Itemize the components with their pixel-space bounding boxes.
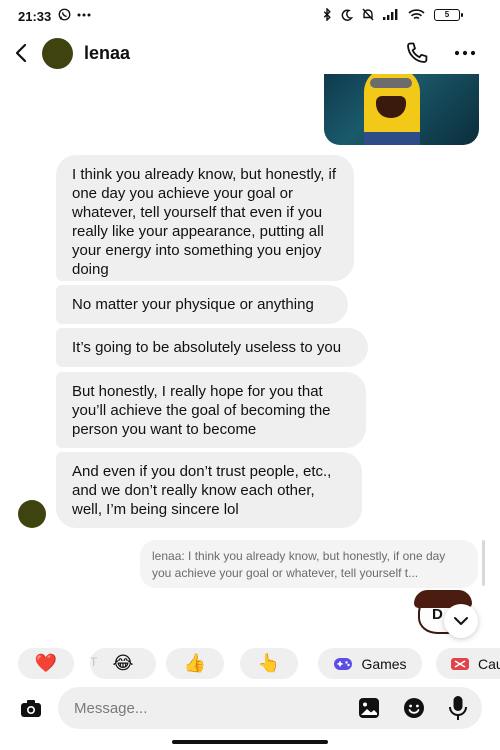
games-button[interactable]: Games <box>318 648 422 679</box>
status-bar: 21:33 5 <box>0 0 500 34</box>
heart-icon: ❤️ <box>34 653 58 673</box>
message-bubble[interactable]: And even if you don’t trust people, etc.… <box>56 452 362 528</box>
back-arrow-icon[interactable] <box>12 42 32 64</box>
message-bubble[interactable]: But honestly, I really hope for you that… <box>56 372 366 448</box>
status-left-icons <box>58 8 91 21</box>
status-right-icons: 5 <box>323 8 463 21</box>
reply-preview[interactable]: lenaa: I think you already know, but hon… <box>140 540 478 588</box>
reply-indicator-bar <box>482 540 485 586</box>
bluetooth-icon <box>323 8 331 21</box>
minion-overall <box>364 132 420 145</box>
sender-avatar[interactable] <box>18 500 46 528</box>
ca-button[interactable]: Cau <box>436 648 500 679</box>
thumbs-up-icon: 👍 <box>183 653 207 673</box>
red-ticket-icon <box>451 657 469 670</box>
message-bubble[interactable]: It’s going to be absolutely useless to y… <box>56 328 368 367</box>
contact-name[interactable]: lenaa <box>84 43 130 64</box>
minion-goggle <box>370 78 412 88</box>
sticker-smile-icon[interactable] <box>402 696 426 720</box>
sticker-letter: D <box>432 606 443 623</box>
status-time: 21:33 <box>18 9 52 24</box>
point-up-icon: 👆 <box>257 653 281 673</box>
gamepad-icon <box>334 657 353 670</box>
faded-letter: T <box>90 655 98 669</box>
heart-reaction-button[interactable]: ❤️ <box>18 648 74 679</box>
moon-icon <box>341 8 353 21</box>
battery-icon: 5 <box>434 8 463 21</box>
games-label: Games <box>361 655 407 672</box>
whatsapp-icon <box>58 8 71 21</box>
avatar[interactable] <box>42 38 73 69</box>
microphone-icon[interactable] <box>446 694 470 722</box>
phone-call-icon[interactable] <box>404 40 430 66</box>
more-notifications-icon <box>77 13 91 16</box>
laugh-emoji-icon: 😂 <box>112 653 134 673</box>
wifi-icon <box>408 8 425 19</box>
quick-reactions-row: ❤️ T 😂 👍 👆 Games Cau <box>0 648 500 680</box>
laugh-reaction-button[interactable]: T 😂 <box>90 648 156 679</box>
chat-header: lenaa <box>0 34 500 76</box>
point-up-reaction-button[interactable]: 👆 <box>240 648 298 679</box>
ca-label: Cau <box>478 655 500 672</box>
scroll-to-bottom-button[interactable] <box>444 604 478 638</box>
chevron-down-icon <box>454 617 468 625</box>
thumbs-up-reaction-button[interactable]: 👍 <box>166 648 224 679</box>
camera-icon[interactable] <box>18 696 44 722</box>
gallery-icon[interactable] <box>357 696 381 720</box>
message-input[interactable] <box>74 697 314 719</box>
home-indicator <box>172 740 328 744</box>
mute-bell-icon <box>362 8 374 21</box>
message-bubble[interactable]: No matter your physique or anything <box>56 285 348 324</box>
more-options-icon[interactable] <box>452 40 478 66</box>
shared-media-thumbnail[interactable] <box>324 74 479 145</box>
signal-icon <box>383 9 398 20</box>
message-bubble[interactable]: I think you already know, but honestly, … <box>56 155 354 281</box>
